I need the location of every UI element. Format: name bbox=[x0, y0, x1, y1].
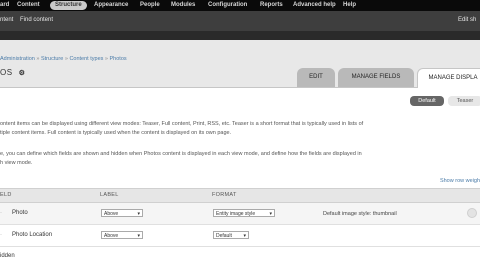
toolbar-help[interactable]: Help bbox=[343, 1, 356, 10]
toolbar-people[interactable]: People bbox=[140, 1, 160, 10]
breadcrumb-content-types[interactable]: Content types bbox=[69, 56, 103, 62]
description-line-3: e, you can define which fields are shown… bbox=[0, 151, 362, 157]
overlay-band bbox=[0, 31, 480, 40]
chevron-down-icon: ▾ bbox=[137, 211, 140, 217]
shortcut-add-content[interactable]: ntent bbox=[0, 17, 13, 23]
toolbar-dashboard[interactable]: ard bbox=[0, 1, 9, 10]
view-mode-teaser[interactable]: Teaser bbox=[448, 96, 480, 106]
toolbar-reports[interactable]: Reports bbox=[260, 1, 283, 10]
format-select-value: Default bbox=[216, 233, 232, 239]
toolbar-configuration[interactable]: Configuration bbox=[208, 1, 247, 10]
page-title-text: OS bbox=[0, 68, 13, 77]
tab-manage-fields[interactable]: MANAGE FIELDS bbox=[338, 68, 414, 87]
hidden-region-label: idden bbox=[0, 253, 15, 259]
label-select[interactable]: Above ▾ bbox=[101, 231, 143, 239]
table-row: · Photo Location Above ▾ Default ▾ bbox=[0, 225, 480, 247]
format-select[interactable]: Default ▾ bbox=[213, 231, 249, 239]
header-label: LABEL bbox=[100, 192, 119, 198]
tab-manage-display[interactable]: MANAGE DISPLA bbox=[417, 68, 480, 88]
field-name: Photo Location bbox=[12, 232, 53, 238]
toolbar-advanced-help[interactable]: Advanced help bbox=[293, 1, 336, 10]
label-select-value: Above bbox=[104, 211, 119, 217]
format-select-value: Entity image style bbox=[216, 211, 256, 217]
toolbar-structure[interactable]: Structure bbox=[50, 1, 87, 10]
breadcrumb-photos[interactable]: Photos bbox=[110, 56, 127, 62]
view-mode-default[interactable]: Default bbox=[410, 96, 444, 106]
shortcut-find-content[interactable]: Find content bbox=[20, 17, 53, 23]
breadcrumb: Administration » Structure » Content typ… bbox=[0, 56, 127, 62]
admin-toolbar: ard Content Structure Appearance People … bbox=[0, 0, 480, 11]
page-title: OS ⚙ bbox=[0, 68, 25, 77]
edit-shortcuts-link[interactable]: Edit sh bbox=[458, 17, 476, 23]
table-row: · Photo Above ▾ Entity image style ▾ Defau… bbox=[0, 203, 480, 225]
label-select-value: Above bbox=[104, 233, 119, 239]
chevron-down-icon: ▾ bbox=[243, 233, 246, 239]
field-name: Photo bbox=[12, 210, 28, 216]
drag-handle-icon[interactable]: · bbox=[0, 232, 2, 238]
description-line-4: h view mode. bbox=[0, 160, 33, 166]
format-select[interactable]: Entity image style ▾ bbox=[213, 209, 275, 217]
label-select[interactable]: Above ▾ bbox=[101, 209, 143, 217]
breadcrumb-administration[interactable]: Administration bbox=[0, 56, 35, 62]
toolbar-modules[interactable]: Modules bbox=[171, 1, 195, 10]
tab-edit[interactable]: EDIT bbox=[297, 68, 335, 87]
chevron-down-icon: ▾ bbox=[269, 211, 272, 217]
toolbar-content[interactable]: Content bbox=[17, 1, 40, 10]
drag-handle-icon[interactable]: · bbox=[0, 210, 2, 216]
header-field: ELD bbox=[0, 192, 12, 198]
shortcuts-bar: ntent Find content Edit sh bbox=[0, 11, 480, 31]
header-format: FORMAT bbox=[212, 192, 237, 198]
show-row-weights-link[interactable]: Show row weigh bbox=[440, 178, 480, 184]
chevron-down-icon: ▾ bbox=[137, 233, 140, 239]
format-settings-gear-icon[interactable] bbox=[467, 208, 477, 218]
description-line-1: ontent items can be displayed using diff… bbox=[0, 121, 364, 127]
gear-icon[interactable]: ⚙ bbox=[19, 70, 26, 77]
table-header: ELD LABEL FORMAT bbox=[0, 188, 480, 203]
toolbar-appearance[interactable]: Appearance bbox=[94, 1, 128, 10]
description-line-2: tiple content items. Full content is typ… bbox=[0, 130, 232, 136]
breadcrumb-structure[interactable]: Structure bbox=[41, 56, 63, 62]
format-summary: Default image style: thumbnail bbox=[323, 211, 397, 217]
